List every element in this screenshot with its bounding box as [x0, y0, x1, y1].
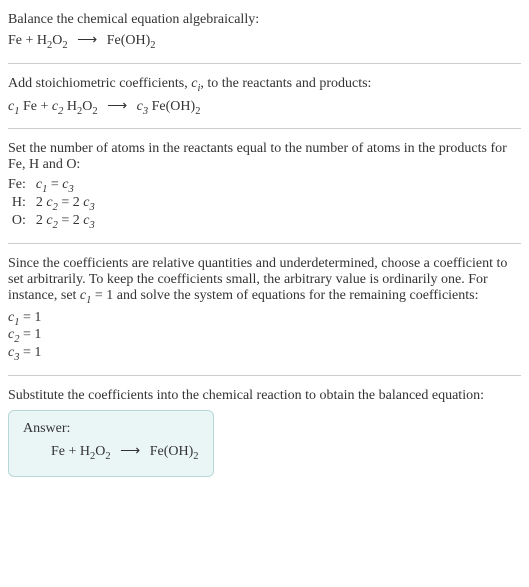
solution-c1: c1 = 1	[8, 310, 521, 328]
section-atom-balance: Set the number of atoms in the reactants…	[8, 128, 521, 242]
product-feoh2: Fe(OH)2	[107, 33, 156, 48]
equation-fe: c1 = c3	[36, 177, 101, 195]
atom-balance-text: Set the number of atoms in the reactants…	[8, 141, 521, 173]
reactant-h2o2: H2O2	[37, 33, 68, 48]
intro-text: Balance the chemical equation algebraica…	[8, 12, 521, 28]
arrow-icon: ⟶	[77, 33, 97, 48]
substitute-text: Substitute the coefficients into the che…	[8, 388, 521, 404]
equation-unbalanced: Fe + H2O2 ⟶ Fe(OH)2	[8, 32, 521, 51]
table-row: O: 2 c2 = 2 c3	[8, 213, 101, 231]
c2: c2	[52, 99, 63, 114]
balanced-equation: Fe + H2O2 ⟶ Fe(OH)2	[23, 443, 199, 462]
equation-o: 2 c2 = 2 c3	[36, 213, 101, 231]
element-label-fe: Fe:	[8, 177, 36, 195]
answer-label: Answer:	[23, 421, 199, 437]
section-solve: Since the coefficients are relative quan…	[8, 243, 521, 375]
arrow-icon: ⟶	[107, 99, 127, 114]
section-substitute: Substitute the coefficients into the che…	[8, 375, 521, 485]
solution-c3: c3 = 1	[8, 345, 521, 363]
arrow-icon: ⟶	[120, 444, 140, 459]
equation-h: 2 c2 = 2 c3	[36, 195, 101, 213]
coeff-intro-text: Add stoichiometric coefficients, ci, to …	[8, 76, 521, 94]
answer-box: Answer: Fe + H2O2 ⟶ Fe(OH)2	[8, 410, 214, 477]
element-label-o: O:	[8, 213, 36, 231]
reactant-fe: Fe	[8, 33, 22, 48]
coefficient-solutions: c1 = 1 c2 = 1 c3 = 1	[8, 310, 521, 363]
solution-c2: c2 = 1	[8, 327, 521, 345]
section-add-coefficients: Add stoichiometric coefficients, ci, to …	[8, 63, 521, 129]
element-label-h: H:	[8, 195, 36, 213]
c3: c3	[137, 99, 148, 114]
equation-with-coeffs: c1 Fe + c2 H2O2 ⟶ c3 Fe(OH)2	[8, 98, 521, 117]
table-row: H: 2 c2 = 2 c3	[8, 195, 101, 213]
c1: c1	[8, 99, 19, 114]
section-balance-intro: Balance the chemical equation algebraica…	[8, 8, 521, 63]
table-row: Fe: c1 = c3	[8, 177, 101, 195]
solve-text: Since the coefficients are relative quan…	[8, 256, 521, 306]
atom-balance-table: Fe: c1 = c3 H: 2 c2 = 2 c3 O: 2 c2 = 2 c…	[8, 177, 101, 230]
